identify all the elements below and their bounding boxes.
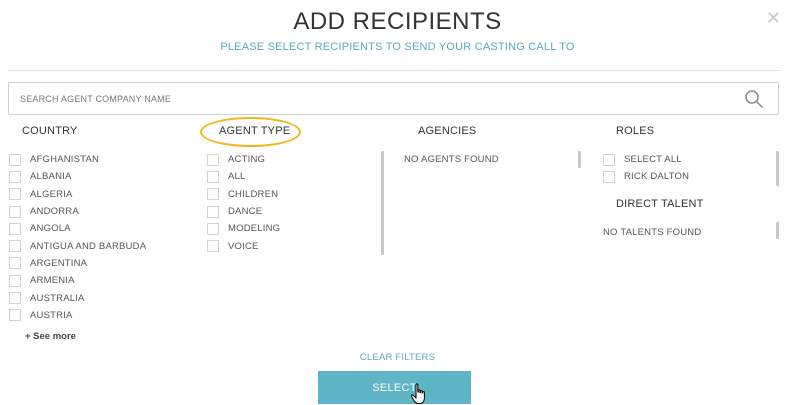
checkbox[interactable] — [9, 240, 21, 253]
close-icon[interactable]: ✕ — [766, 8, 781, 29]
checkbox[interactable] — [9, 257, 21, 270]
list-item[interactable]: ANGOLA — [9, 220, 146, 237]
agent-type-label: VOICE — [228, 240, 259, 252]
country-label: ANDORRA — [30, 206, 79, 218]
list-item[interactable]: ALGERIA — [9, 186, 146, 203]
clear-filters-link[interactable]: CLEAR FILTERS — [0, 352, 795, 363]
checkbox[interactable] — [9, 188, 21, 201]
checkbox[interactable] — [9, 205, 21, 218]
checkbox[interactable] — [207, 188, 219, 201]
roles-heading: ROLES — [616, 125, 655, 137]
agent-type-label: DANCE — [228, 206, 263, 218]
checkbox[interactable] — [9, 274, 21, 287]
checkbox[interactable] — [9, 153, 21, 166]
country-label: AFGHANISTAN — [30, 154, 100, 166]
agencies-empty-text: NO AGENTS FOUND — [404, 154, 499, 165]
country-label: ALGERIA — [30, 188, 73, 200]
list-item[interactable]: CHILDREN — [207, 186, 280, 203]
direct-talent-scrollbar[interactable] — [776, 222, 779, 239]
modal-subtitle: PLEASE SELECT RECIPIENTS TO SEND YOUR CA… — [220, 41, 575, 53]
role-label: RICK DALTON — [624, 171, 690, 183]
select-button[interactable]: SELECT — [318, 371, 471, 404]
agent-type-heading: AGENT TYPE — [219, 125, 291, 137]
agencies-scrollbar[interactable] — [578, 151, 581, 168]
country-label: ARGENTINA — [30, 257, 88, 269]
roles-list: SELECT ALL RICK DALTON — [603, 151, 689, 186]
agencies-heading: AGENCIES — [418, 125, 477, 137]
agent-type-label: ACTING — [228, 154, 266, 166]
roles-scrollbar[interactable] — [776, 151, 779, 186]
checkbox[interactable] — [9, 222, 21, 235]
country-label: ARMENIA — [30, 275, 75, 287]
country-label: ANGOLA — [30, 223, 71, 235]
list-item[interactable]: ANTIGUA AND BARBUDA — [9, 237, 146, 254]
country-label: AUSTRALIA — [30, 292, 85, 304]
list-item[interactable]: ARMENIA — [9, 272, 146, 289]
list-item[interactable]: AFGHANISTAN — [9, 151, 146, 168]
search-icon[interactable] — [744, 89, 764, 109]
header-divider — [8, 70, 781, 71]
country-heading: COUNTRY — [22, 125, 78, 137]
list-item[interactable]: AUSTRALIA — [9, 289, 146, 306]
checkbox[interactable] — [603, 170, 615, 183]
checkbox[interactable] — [9, 309, 21, 322]
list-item[interactable]: ALL — [207, 168, 280, 185]
direct-talent-empty-text: NO TALENTS FOUND — [603, 227, 702, 238]
checkbox[interactable] — [9, 170, 21, 183]
list-item[interactable]: ARGENTINA — [9, 255, 146, 272]
country-label: AUSTRIA — [30, 309, 73, 321]
checkbox[interactable] — [207, 170, 219, 183]
list-item[interactable]: DANCE — [207, 203, 280, 220]
agent-type-scrollbar[interactable] — [381, 151, 384, 255]
country-label: ALBANIA — [30, 171, 72, 183]
agent-type-label: ALL — [228, 171, 246, 183]
see-more-link[interactable]: + See more — [25, 331, 76, 342]
list-item[interactable]: RICK DALTON — [603, 168, 689, 185]
list-item[interactable]: ALBANIA — [9, 168, 146, 185]
country-label: ANTIGUA AND BARBUDA — [30, 240, 147, 252]
checkbox[interactable] — [207, 240, 219, 253]
checkbox[interactable] — [603, 153, 615, 166]
list-item[interactable]: AUSTRIA — [9, 307, 146, 324]
list-item[interactable]: ANDORRA — [9, 203, 146, 220]
role-label: SELECT ALL — [624, 154, 682, 166]
country-list: AFGHANISTAN ALBANIA ALGERIA ANDORRA ANGO… — [9, 151, 146, 324]
search-input[interactable] — [9, 83, 729, 114]
list-item[interactable]: MODELING — [207, 220, 280, 237]
checkbox[interactable] — [207, 205, 219, 218]
agent-type-list: ACTING ALL CHILDREN DANCE MODELING VOICE — [207, 151, 280, 255]
checkbox[interactable] — [207, 222, 219, 235]
checkbox[interactable] — [9, 292, 21, 305]
agent-type-label: CHILDREN — [228, 188, 279, 200]
modal-title: ADD RECIPIENTS — [293, 8, 502, 35]
search-bar — [8, 82, 779, 115]
list-item[interactable]: SELECT ALL — [603, 151, 689, 168]
direct-talent-heading: DIRECT TALENT — [616, 198, 704, 210]
checkbox[interactable] — [207, 153, 219, 166]
list-item[interactable]: VOICE — [207, 237, 280, 254]
list-item[interactable]: ACTING — [207, 151, 280, 168]
agent-type-label: MODELING — [228, 223, 281, 235]
